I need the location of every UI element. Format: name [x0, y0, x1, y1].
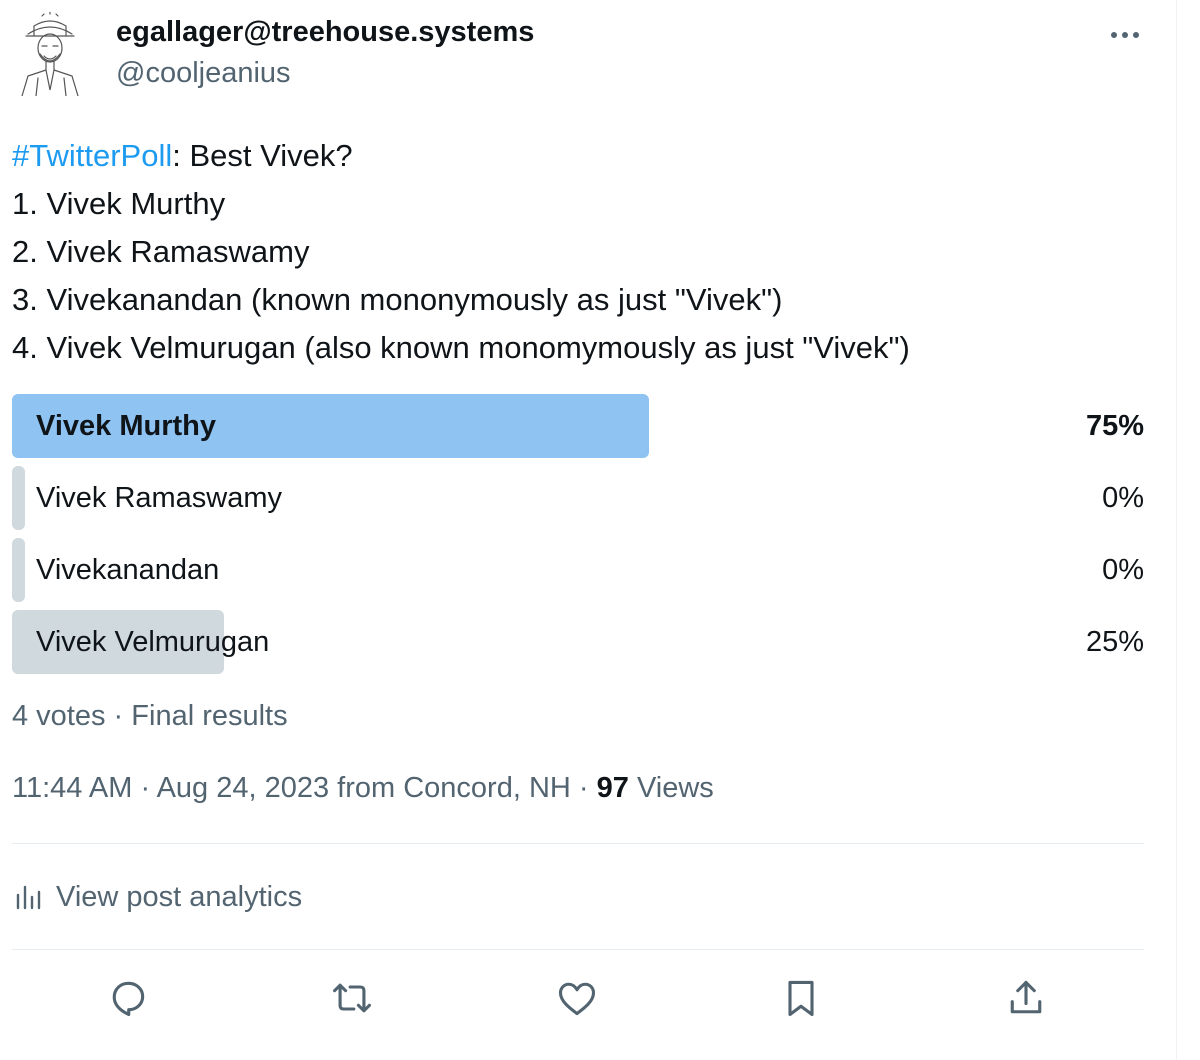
poll-option-label: Vivek Velmurugan: [36, 626, 270, 658]
more-dots-icon: [1111, 32, 1139, 38]
tweet-location: from Concord, NH: [329, 772, 571, 804]
tweet-title-text: : Best Vivek?: [172, 138, 353, 173]
more-options-button[interactable]: [1100, 18, 1150, 52]
bookmark-button[interactable]: [777, 974, 825, 1022]
poll-option-3: Vivek Velmurugan 25%: [12, 610, 1144, 674]
poll-status: Final results: [131, 700, 288, 732]
divider: [12, 949, 1144, 950]
tweet-metadata: 11:44 AM · Aug 24, 2023 from Concord, NH…: [12, 772, 714, 805]
separator-dot: ·: [132, 772, 157, 804]
like-icon: [558, 982, 596, 1016]
share-button[interactable]: [1002, 974, 1050, 1022]
poll-option-0: Vivek Murthy 75%: [12, 394, 1144, 458]
poll-option-label: Vivek Murthy: [36, 410, 216, 442]
poll-option-percent: 0%: [1102, 482, 1144, 514]
avatar-sketch-icon: [21, 11, 79, 97]
divider: [12, 843, 1144, 844]
reply-button[interactable]: [104, 974, 152, 1022]
tweet-time[interactable]: 11:44 AM: [12, 772, 132, 804]
tweet-date[interactable]: Aug 24, 2023: [157, 772, 330, 804]
avatar[interactable]: [12, 11, 88, 97]
poll-vote-count: 4 votes: [12, 700, 106, 732]
separator-dot: ·: [105, 700, 132, 732]
retweet-button[interactable]: [328, 974, 376, 1022]
poll-summary: 4 votes · Final results: [12, 700, 288, 733]
tweet-title-line: #TwitterPoll: Best Vivek?: [12, 132, 1162, 180]
reply-icon: [112, 981, 145, 1017]
like-button[interactable]: [553, 974, 601, 1022]
analytics-label: View post analytics: [56, 880, 303, 913]
author-display-name[interactable]: egallager@treehouse.systems: [116, 16, 534, 49]
views-label: Views: [628, 772, 714, 804]
poll-option-2: Vivekanandan 0%: [12, 538, 1144, 602]
retweet-icon: [333, 983, 371, 1013]
poll-option-label: Vivek Ramaswamy: [36, 482, 283, 514]
poll-option-percent: 75%: [1085, 410, 1144, 442]
poll-option-1: Vivek Ramaswamy 0%: [12, 466, 1144, 530]
poll-option-label: Vivekanandan: [36, 554, 220, 586]
column-border: [1176, 0, 1177, 1060]
poll-bar: [12, 538, 25, 602]
share-icon: [1010, 980, 1042, 1014]
tweet-line: 1. Vivek Murthy: [12, 186, 226, 221]
poll-bar: [12, 466, 25, 530]
poll-option-percent: 0%: [1102, 554, 1144, 586]
poll-option-percent: 25%: [1085, 626, 1144, 658]
separator-dot: ·: [570, 772, 597, 804]
tweet-line: 3. Vivekanandan (known mononymously as j…: [12, 282, 783, 317]
bookmark-icon: [788, 980, 814, 1017]
tweet-line: 4. Vivek Velmurugan (also known monomymo…: [12, 330, 910, 365]
hashtag-link[interactable]: #TwitterPoll: [12, 138, 172, 173]
view-analytics-link[interactable]: View post analytics: [12, 876, 302, 918]
views-count: 97: [596, 772, 629, 804]
analytics-bar-icon: [16, 885, 41, 910]
tweet-text: #TwitterPoll: Best Vivek? 1. Vivek Murth…: [12, 132, 1162, 372]
tweet-line: 2. Vivek Ramaswamy: [12, 234, 310, 269]
poll: Vivek Murthy 75% Vivek Ramaswamy 0% Vive…: [12, 394, 1144, 682]
author-handle[interactable]: @cooljeanius: [116, 57, 291, 90]
